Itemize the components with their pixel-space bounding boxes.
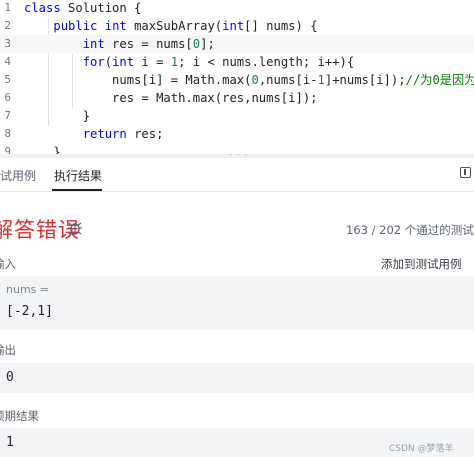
line-number: 1 — [4, 1, 11, 14]
code-token: res = Math.max(res,nums[i]); — [24, 91, 318, 105]
expected-value: 1 — [6, 435, 14, 450]
code-token: class — [24, 1, 61, 15]
line-number: 2 — [4, 19, 11, 32]
line-number: 4 — [4, 55, 11, 68]
code-text[interactable]: } — [24, 143, 61, 154]
output-box: 0 — [0, 363, 474, 393]
code-token: i = — [134, 55, 171, 69]
code-text[interactable]: for(int i = 1; i < nums.length; i++){ — [24, 53, 355, 71]
code-token: ]; — [200, 37, 215, 51]
code-token: res = nums[ — [104, 37, 193, 51]
code-text[interactable]: int res = nums[0]; — [24, 35, 215, 53]
code-text[interactable]: public int maxSubArray(int[] nums) { — [24, 17, 318, 35]
code-token: int — [104, 19, 127, 33]
code-line[interactable]: 3 int res = nums[0]; — [0, 35, 474, 53]
param-name: nums = — [6, 283, 50, 296]
line-number: 8 — [4, 127, 11, 140]
code-line[interactable]: 4 for(int i = 1; i < nums.length; i++){ — [0, 53, 474, 71]
code-text[interactable]: return res; — [24, 125, 164, 143]
code-token: 1 — [317, 73, 325, 87]
input-label: 输入 — [0, 257, 16, 271]
watermark: CSDN @梦落羊 — [389, 444, 454, 454]
code-token: ( — [104, 55, 113, 69]
line-number: 7 — [4, 109, 11, 122]
result-tab-bar: 测试用例 执行结果 — [0, 158, 474, 192]
line-number: 9 — [4, 145, 11, 154]
code-token: int — [112, 55, 135, 69]
code-token: 0 — [251, 73, 259, 87]
code-text[interactable]: class Solution { — [24, 0, 141, 17]
input-box: nums = [-2,1] — [0, 276, 474, 330]
line-number: 3 — [4, 37, 11, 50]
code-token: maxSubArray( — [126, 19, 223, 33]
output-value: 0 — [6, 370, 14, 385]
tab-run-result[interactable]: 执行结果 — [54, 167, 102, 184]
active-tab-indicator — [52, 189, 102, 191]
expand-panel-icon[interactable] — [460, 167, 471, 178]
code-line[interactable]: 1 class Solution { — [0, 0, 474, 17]
code-token: int — [222, 19, 245, 33]
code-token: Solution { — [60, 1, 142, 15]
tab-testcase[interactable]: 测试用例 — [0, 167, 36, 184]
code-token: res; — [126, 127, 164, 141]
passed-testcase-count: 163 / 202 个通过的测试用例 — [346, 223, 474, 237]
code-token: [] nums) { — [244, 19, 318, 33]
add-to-testcase-link[interactable]: 添加到测试用例 — [381, 256, 462, 272]
code-text[interactable]: } — [24, 107, 90, 125]
code-line[interactable]: 7 } — [0, 107, 474, 125]
code-line[interactable]: 8 return res; — [0, 125, 474, 143]
code-token: return — [82, 127, 127, 141]
code-text[interactable]: res = Math.max(res,nums[i]); — [24, 89, 318, 107]
code-line[interactable]: 5 nums[i] = Math.max(0,nums[i-1]+nums[i]… — [0, 71, 474, 89]
code-token: //为0是因为可以什么都不取 — [405, 73, 474, 87]
code-line[interactable]: 2 public int maxSubArray(int[] nums) { — [0, 17, 474, 35]
code-line[interactable]: 6 res = Math.max(res,nums[i]); — [0, 89, 474, 107]
bug-icon[interactable] — [66, 219, 84, 237]
code-token: } — [24, 145, 61, 154]
code-token: nums[i] = Math.max( — [24, 73, 252, 87]
code-token: ]+nums[i]); — [324, 73, 406, 87]
code-editor[interactable]: 1 class Solution {2 public int maxSubArra… — [0, 0, 474, 154]
expected-label: 预期结果 — [0, 409, 39, 423]
code-token: } — [24, 109, 91, 123]
code-token: public — [53, 19, 98, 33]
line-number: 6 — [4, 91, 11, 104]
code-token: 1 — [170, 55, 179, 69]
input-value: [-2,1] — [6, 304, 53, 319]
code-text[interactable]: nums[i] = Math.max(0,nums[i-1]+nums[i]);… — [24, 71, 474, 89]
code-token: ; i < nums.length; i++){ — [178, 55, 355, 69]
code-token: for — [82, 55, 105, 69]
code-token: int — [82, 37, 105, 51]
code-token: ,nums[i- — [258, 73, 318, 87]
output-label: 输出 — [0, 343, 16, 357]
line-number: 5 — [4, 73, 11, 86]
